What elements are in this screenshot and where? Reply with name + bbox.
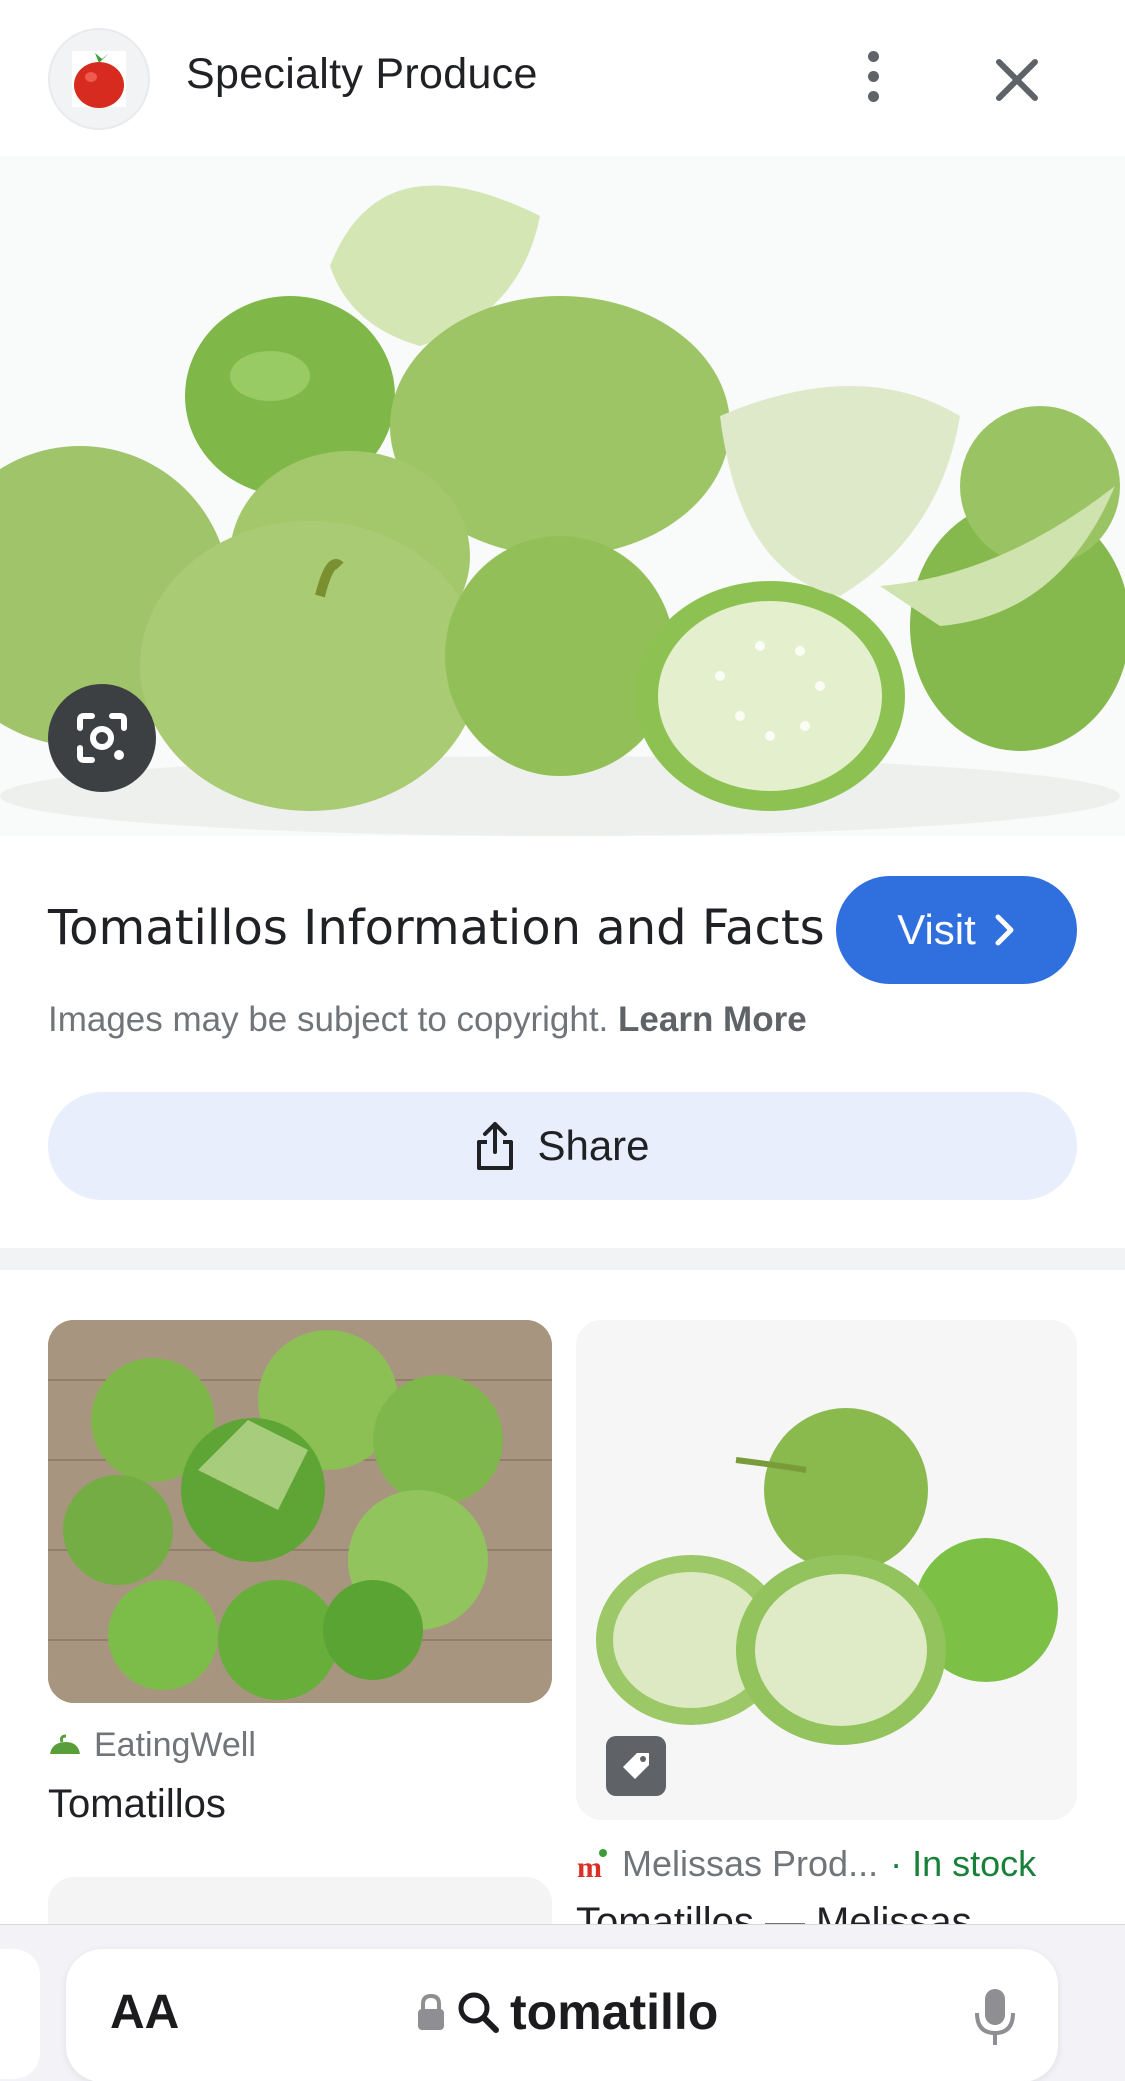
more-vert-icon xyxy=(867,50,879,62)
search-icon xyxy=(458,1992,499,2033)
address-bar[interactable]: AA tomatillo xyxy=(66,1949,1058,2081)
site-name[interactable]: Specialty Produce xyxy=(186,50,538,99)
visit-button[interactable]: Visit xyxy=(836,876,1077,984)
close-button[interactable] xyxy=(985,48,1049,112)
lens-icon xyxy=(77,713,127,763)
source-melissas[interactable]: m Melissas Prod... · In stock xyxy=(576,1843,1036,1885)
learn-more-link[interactable]: Learn More xyxy=(618,1000,807,1039)
voice-input-button[interactable] xyxy=(970,1985,1020,2049)
address-bar-content[interactable]: tomatillo xyxy=(416,1983,718,2041)
tag-icon xyxy=(623,1753,649,1779)
site-logo[interactable] xyxy=(48,28,150,130)
result-header: Specialty Produce xyxy=(0,0,1125,156)
chevron-right-icon xyxy=(995,914,1014,946)
search-query: tomatillo xyxy=(510,1984,719,2040)
share-label: Share xyxy=(537,1122,650,1169)
melissas-logo-icon: m xyxy=(577,1849,607,1881)
product-tag-badge xyxy=(606,1736,666,1796)
stock-status: · In stock xyxy=(890,1843,1037,1884)
browser-toolbar: AA tomatillo xyxy=(0,1924,1125,2081)
tomato-logo-icon xyxy=(72,51,126,108)
source-name: Melissas Prod... xyxy=(622,1843,879,1884)
copyright-notice: Images may be subject to copyright. Lear… xyxy=(48,1000,807,1040)
source-name: EatingWell xyxy=(94,1726,256,1764)
copyright-text: Images may be subject to copyright. xyxy=(48,1000,609,1039)
share-button[interactable]: Share xyxy=(48,1092,1077,1200)
result-title[interactable]: Tomatillos Information and Facts xyxy=(48,900,825,956)
previous-tab-edge[interactable] xyxy=(0,1949,40,2079)
result-image[interactable] xyxy=(0,156,1125,836)
more-options-button[interactable] xyxy=(848,44,898,108)
svg-text:m: m xyxy=(577,1851,602,1881)
tomatillo-image xyxy=(0,156,1125,836)
visit-label: Visit xyxy=(897,906,976,953)
tomatillo-image xyxy=(48,1320,552,1703)
text-size-button[interactable]: AA xyxy=(110,1985,179,2040)
source-eatingwell[interactable]: EatingWell xyxy=(48,1726,256,1765)
share-icon xyxy=(477,1122,514,1170)
related-image-eatingwell[interactable] xyxy=(48,1320,552,1703)
eatingwell-logo-icon xyxy=(50,1734,80,1754)
lens-search-button[interactable] xyxy=(48,684,156,792)
mic-icon xyxy=(975,1989,1015,2045)
related-caption[interactable]: Tomatillos xyxy=(48,1782,226,1827)
lock-icon xyxy=(418,1993,444,2030)
close-icon xyxy=(996,59,1038,101)
section-divider xyxy=(0,1248,1125,1270)
